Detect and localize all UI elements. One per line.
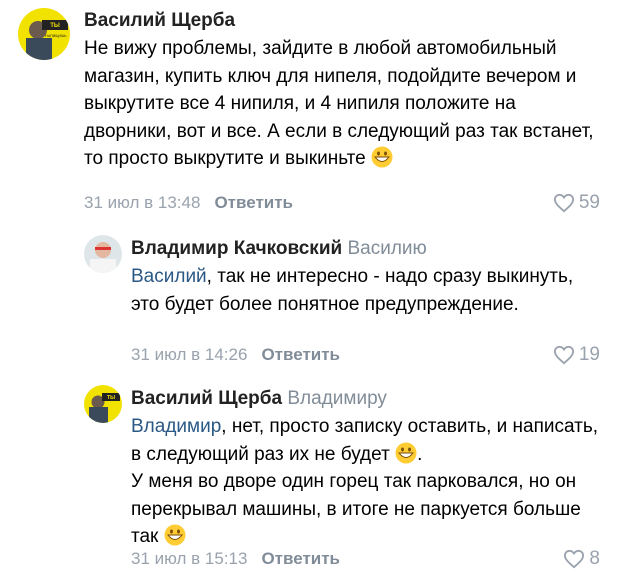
- comment: ТЫ НАПИЩИШЬ Василий Щерба Не вижу пробле…: [0, 0, 620, 230]
- reply-button[interactable]: Ответить: [261, 549, 340, 568]
- comment-meta: 31 июл в 13:48 Ответить: [84, 193, 293, 213]
- comment-meta: 31 июл в 14:26 Ответить: [131, 345, 340, 365]
- like-button[interactable]: 8: [563, 548, 600, 570]
- comment-date[interactable]: 31 июл в 15:13: [131, 549, 247, 568]
- like-button[interactable]: 59: [553, 192, 600, 214]
- author-name[interactable]: Василий Щерба: [131, 388, 282, 409]
- grinning-face-emoji-icon: [164, 524, 186, 546]
- like-count: 19: [578, 344, 600, 365]
- reply-comment: ТЫ Василий Щерба Владимиру Владимир, нет…: [0, 378, 620, 581]
- avatar-image: ТЫ: [84, 385, 122, 423]
- comment-text-body: Не вижу проблемы, зайдите в любой автомо…: [84, 38, 594, 169]
- reply-button[interactable]: Ответить: [261, 345, 340, 364]
- avatar-image: ТЫ НАПИЩИШЬ: [18, 8, 70, 60]
- avatar-text: ТЫ: [50, 23, 60, 29]
- like-count: 59: [578, 192, 600, 213]
- comment-meta: 31 июл в 15:13 Ответить: [131, 549, 340, 569]
- grinning-face-emoji-icon: [371, 146, 393, 168]
- comment-author[interactable]: Василий Щерба: [84, 10, 235, 32]
- comment-text: Василий, так не интересно - надо сразу в…: [131, 263, 602, 318]
- like-button[interactable]: 19: [553, 344, 600, 366]
- comment-date[interactable]: 31 июл в 14:26: [131, 345, 247, 364]
- svg-text:ТЫ: ТЫ: [107, 395, 115, 401]
- heart-icon: [564, 549, 585, 569]
- comment-author: Владимир Качковский Василию: [131, 238, 427, 260]
- comment-text: Владимир, нет, просто записку оставить, …: [131, 416, 599, 547]
- reply-button[interactable]: Ответить: [214, 193, 293, 212]
- avatar[interactable]: [84, 235, 122, 273]
- like-count: 8: [589, 548, 600, 569]
- mention-link[interactable]: Василий: [131, 266, 207, 287]
- svg-text:НАПИЩИШЬ: НАПИЩИШЬ: [45, 34, 67, 38]
- comment-text-body: У меня во дворе один горец так парковалс…: [131, 471, 581, 547]
- reply-to-label[interactable]: Василию: [347, 238, 426, 259]
- heart-icon: [553, 193, 574, 213]
- mention-link[interactable]: Владимир: [131, 416, 221, 437]
- reply-comment: Владимир Качковский Василию Василий, так…: [0, 230, 620, 378]
- avatar-image: [84, 235, 122, 273]
- author-name[interactable]: Владимир Качковский: [131, 238, 342, 259]
- avatar[interactable]: ТЫ НАПИЩИШЬ: [18, 8, 70, 60]
- comment-author: Василий Щерба Владимиру: [131, 388, 387, 410]
- comment-date[interactable]: 31 июл в 13:48: [84, 193, 200, 212]
- grinning-face-emoji-icon: [395, 442, 417, 464]
- avatar[interactable]: ТЫ: [84, 385, 122, 423]
- reply-to-label[interactable]: Владимиру: [287, 388, 387, 409]
- comment-text: Не вижу проблемы, зайдите в любой автомо…: [84, 35, 602, 173]
- heart-icon: [553, 345, 574, 365]
